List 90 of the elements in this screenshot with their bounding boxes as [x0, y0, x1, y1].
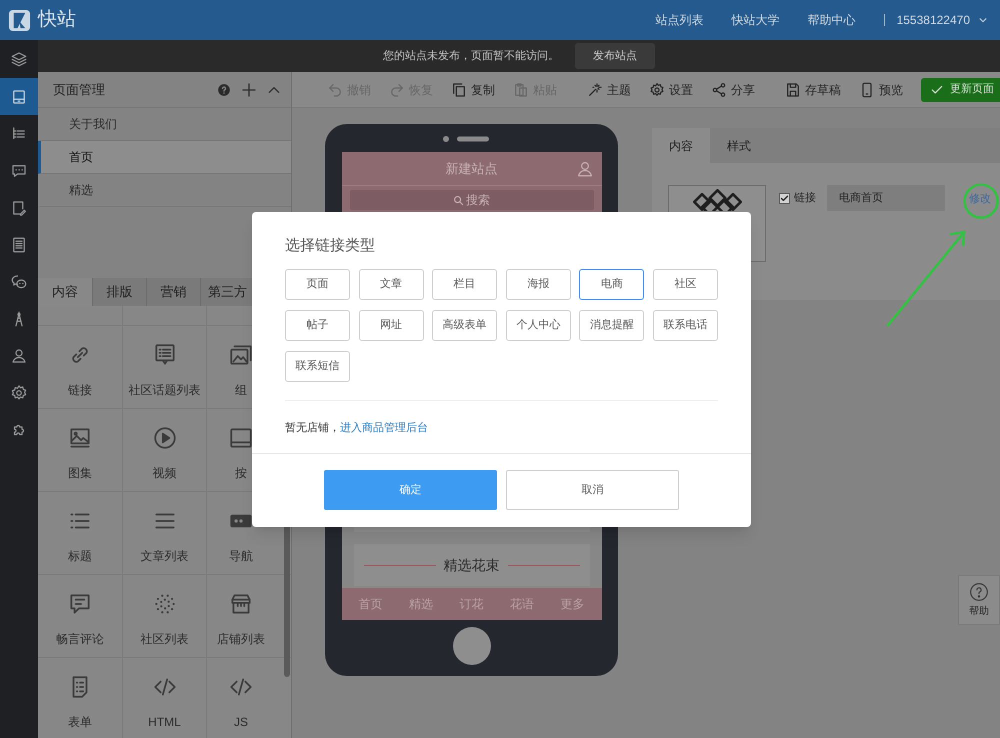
cancel-button[interactable]: 取消: [506, 470, 679, 510]
link-type-option[interactable]: 联系电话: [652, 310, 718, 341]
settings-icon: [649, 82, 665, 98]
share-icon: [711, 82, 727, 98]
widget-label[interactable]: 表单: [68, 713, 92, 731]
widget-label[interactable]: 视频: [152, 464, 176, 482]
knot-pattern-drawing: [692, 189, 742, 211]
undo-icon: [327, 82, 343, 98]
copy-icon: [451, 82, 467, 98]
nav-link[interactable]: 站点列表: [656, 11, 704, 29]
help-button[interactable]: 帮助: [958, 575, 1000, 625]
page-list-item[interactable]: 精选: [38, 174, 291, 207]
toolbar-button[interactable]: 设置: [649, 80, 693, 98]
link-type-option[interactable]: 高级表单: [432, 310, 498, 341]
checkbox[interactable]: [779, 193, 790, 204]
redo-icon: [389, 82, 405, 98]
link-type-option[interactable]: 消息提醒: [579, 310, 644, 341]
document-icon: [10, 236, 28, 254]
publish-site-button[interactable]: 发布站点: [575, 43, 655, 69]
search-field[interactable]: 搜索: [350, 190, 594, 210]
widget-label[interactable]: 按: [235, 464, 247, 482]
update-page-button[interactable]: 更新页面: [921, 78, 1000, 102]
link-type-option[interactable]: 文章: [358, 269, 424, 300]
home-button[interactable]: [452, 627, 490, 665]
product-admin-link[interactable]: 进入商品管理后台: [340, 422, 428, 434]
checkmark-icon: [780, 194, 789, 203]
panel-tab[interactable]: 内容: [652, 128, 710, 163]
help-label: 帮助: [969, 604, 989, 619]
link-type-option[interactable]: 页面: [285, 269, 350, 300]
tablet-icon: [10, 88, 28, 106]
widget-label[interactable]: 组: [235, 381, 247, 399]
link-type-option[interactable]: 栏目: [432, 269, 498, 300]
widget-label[interactable]: JS: [234, 713, 248, 731]
edit-document-icon: [10, 198, 28, 216]
user-icon: [10, 346, 28, 364]
widget-label[interactable]: 导航: [229, 547, 253, 565]
link-type-option[interactable]: 海报: [506, 269, 571, 300]
store-note: 暂无店铺，进入商品管理后台: [285, 420, 429, 435]
widget-label[interactable]: 社区话题列表: [128, 381, 200, 399]
search-icon: [453, 194, 464, 206]
panel-tab[interactable]: 第三方: [200, 278, 254, 306]
paste-icon: [513, 82, 529, 98]
toolbar-button[interactable]: 分享: [711, 80, 755, 98]
toolbar-button[interactable]: 复制: [451, 80, 495, 98]
help-icon[interactable]: [217, 82, 231, 96]
widget-label[interactable]: 文章列表: [140, 547, 188, 565]
toolbar-button[interactable]: 存草稿: [785, 80, 841, 98]
sidebar-button[interactable]: [0, 78, 38, 115]
widget-label[interactable]: 社区列表: [140, 630, 188, 648]
notice-text: 您的站点未发布，页面暂不能访问。: [383, 48, 559, 64]
toolbar-button[interactable]: 预览: [859, 80, 903, 98]
link-type-option[interactable]: 社区: [652, 269, 718, 300]
link-field[interactable]: 电商首页: [827, 185, 945, 211]
link-type-option[interactable]: 联系短信: [285, 351, 350, 382]
widget-label[interactable]: 标题: [68, 547, 92, 565]
layers-icon: [10, 50, 28, 68]
settings-icon: [10, 384, 28, 402]
dialog-title: 选择链接类型: [285, 236, 376, 256]
nav-link[interactable]: 帮助中心: [808, 11, 856, 29]
logo-icon: [8, 8, 31, 32]
panel-title: 页面管理: [53, 80, 105, 99]
link-label: 链接: [794, 190, 816, 206]
widget-label[interactable]: 链接: [68, 381, 92, 399]
magic-wand-icon: [587, 82, 603, 98]
page-list-item[interactable]: 首页: [38, 141, 291, 174]
logo-text: 快站: [38, 8, 76, 32]
speaker-drawing: [442, 136, 488, 142]
nav-link[interactable]: 快站大学: [732, 11, 780, 29]
play-icon: [152, 425, 178, 451]
widget-label[interactable]: 店铺列表: [217, 630, 265, 648]
plus-icon[interactable]: [241, 82, 257, 98]
save-icon: [785, 82, 801, 98]
chat-bubbles-icon: [10, 272, 28, 290]
widget-label[interactable]: 畅言评论: [56, 630, 104, 648]
annotation-circle: [962, 182, 1000, 220]
panel-tab[interactable]: 营销: [146, 278, 200, 306]
link-type-option[interactable]: 电商: [579, 269, 644, 300]
toolbar-button[interactable]: 主题: [587, 80, 631, 98]
link-type-option[interactable]: 帖子: [285, 310, 350, 341]
link-type-option[interactable]: 网址: [358, 310, 424, 341]
link-type-option[interactable]: 个人中心: [506, 310, 571, 341]
confirm-button[interactable]: 确定: [324, 470, 497, 510]
question-circle-icon: [969, 582, 989, 602]
widget-label[interactable]: 图集: [68, 464, 92, 482]
section-title: 精选花束: [444, 556, 500, 574]
widget-label[interactable]: HTML: [148, 713, 181, 731]
panel-tab[interactable]: 排版: [92, 278, 146, 306]
panel-tab[interactable]: 内容: [38, 278, 92, 306]
app-title: 新建站点: [446, 160, 498, 178]
account-name[interactable]: 15538122470: [896, 11, 970, 29]
